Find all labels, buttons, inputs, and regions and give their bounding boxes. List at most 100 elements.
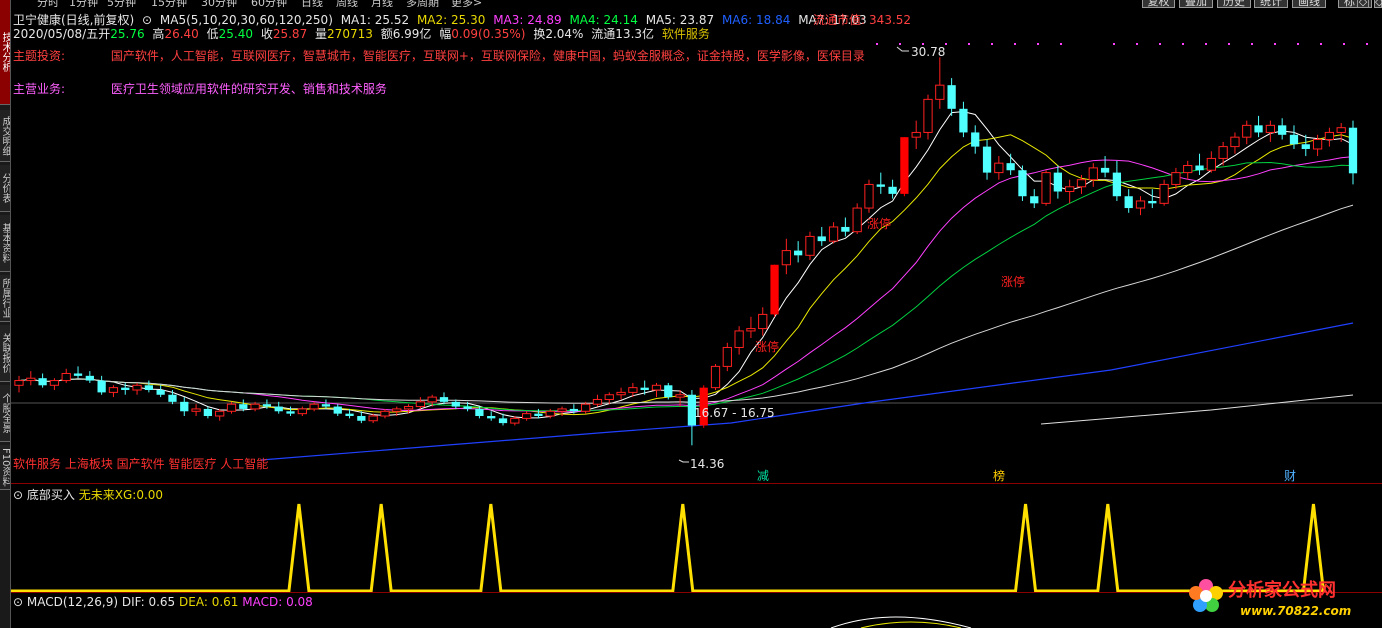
candle-body — [876, 184, 885, 187]
amt-value: 6.99亿 — [392, 27, 432, 41]
candle-body — [510, 417, 520, 424]
side-tab-6[interactable]: 个股全景 — [0, 385, 10, 442]
period-tab-9[interactable]: 多周期 — [406, 0, 439, 7]
business-label: 主营业务: — [13, 82, 66, 96]
candle — [14, 375, 24, 393]
candle — [1254, 115, 1263, 138]
event-marker-reduce: 减 — [757, 469, 769, 483]
candle-body — [1053, 172, 1062, 192]
side-tab-1[interactable]: 成交明细 — [0, 110, 10, 162]
candle — [1230, 132, 1240, 154]
candle-body — [38, 378, 47, 386]
candle-body — [817, 236, 826, 242]
marker-dot — [1113, 43, 1115, 45]
candle-body — [911, 131, 921, 138]
period-tab-2[interactable]: 5分钟 — [107, 0, 136, 7]
candle-body — [1135, 200, 1146, 209]
candle-body — [73, 373, 83, 376]
macd-chart[interactable] — [11, 608, 1382, 628]
toolbar-button-0[interactable]: 复权 — [1142, 0, 1175, 8]
side-tab-0[interactable]: 技术分析 — [0, 0, 10, 105]
candle — [828, 222, 839, 244]
candle-body — [628, 387, 638, 393]
candle — [1183, 160, 1193, 180]
candle — [770, 264, 779, 317]
candle-body — [250, 403, 260, 410]
candle — [333, 404, 342, 417]
candle-body — [475, 408, 484, 417]
toolbar-buttons: 复权 叠加 历史 统计 画线 标记 ◇ ◇ — [1142, 0, 1382, 8]
toolbar-button-1[interactable]: 叠加 — [1179, 0, 1213, 8]
bottom-buy-signal-chart[interactable] — [11, 500, 1382, 592]
candle-body — [734, 330, 744, 348]
candle-body — [781, 250, 791, 266]
candle-body — [85, 375, 94, 381]
side-tab-4[interactable]: 所属行业 — [0, 275, 10, 322]
toolbar-button-2[interactable]: 历史 — [1217, 0, 1251, 8]
candle — [852, 203, 862, 235]
macd-name[interactable]: MACD(12,26,9) — [27, 595, 118, 609]
marker-dot — [1366, 43, 1368, 45]
candle-body — [1218, 146, 1228, 159]
candle — [1206, 151, 1216, 173]
candle — [1041, 170, 1051, 206]
candle-body — [1100, 167, 1110, 173]
theme-label: 主题投资: — [13, 49, 66, 63]
toolbar-button-4[interactable]: 画线 — [1292, 0, 1326, 8]
side-tab-5[interactable]: 关联报价 — [0, 325, 10, 382]
side-tab-2[interactable]: 分价表 — [0, 165, 10, 212]
period-tab-10[interactable]: 更多> — [451, 0, 482, 7]
candlestick-chart[interactable]: 30.7814.3616.67 - 16.75涨停涨停涨停软件服务 上海板块 国… — [11, 40, 1382, 483]
candle-body — [1265, 124, 1275, 133]
marker-dot — [1297, 43, 1299, 45]
candle-body — [108, 387, 119, 393]
period-tab-0[interactable]: 分时 — [37, 0, 59, 7]
dea-value: DEA: 0.61 — [179, 595, 239, 609]
candle — [959, 101, 968, 138]
float-cap: 流通市值: 343.52 — [813, 11, 915, 28]
chg-label: 幅 — [439, 27, 452, 41]
period-tab-8[interactable]: 月线 — [371, 0, 393, 7]
candle-body — [1289, 134, 1299, 145]
ma6-value: MA6: 18.84 — [721, 13, 791, 27]
candle-body — [1148, 200, 1157, 204]
toolbar-button-3[interactable]: 统计 — [1254, 0, 1288, 8]
macd-settings-icon[interactable]: ⊙ — [13, 595, 23, 609]
candle-body — [274, 406, 283, 412]
candle — [876, 172, 885, 194]
float-cap-label: 流通市值: — [813, 13, 866, 27]
candle-body — [581, 403, 591, 412]
candle — [73, 366, 83, 379]
period-tab-4[interactable]: 30分钟 — [201, 0, 237, 7]
side-tab-3[interactable]: 基本资料 — [0, 215, 10, 272]
candle — [380, 408, 390, 419]
candle — [1112, 160, 1122, 201]
high-pointer — [896, 46, 909, 52]
period-tab-1[interactable]: 1分钟 — [69, 0, 98, 7]
candle — [274, 401, 283, 414]
industry[interactable]: 软件服务 — [662, 27, 710, 41]
toolbar-button-8[interactable]: ◇ — [1374, 0, 1382, 8]
candle-body — [1088, 167, 1098, 181]
side-tab-7[interactable]: F10资料 — [0, 445, 10, 490]
candle-body — [357, 416, 366, 421]
marker-dot — [1159, 43, 1161, 45]
candle-body — [1183, 165, 1193, 174]
marker-dot — [1251, 43, 1253, 45]
period-tab-6[interactable]: 日线 — [301, 0, 323, 7]
candle — [592, 394, 603, 407]
candle — [1218, 141, 1228, 166]
ma1-line — [18, 111, 1354, 419]
period-tab-3[interactable]: 15分钟 — [151, 0, 187, 7]
candle — [1053, 165, 1062, 199]
candle-body — [770, 264, 779, 315]
candle — [616, 387, 626, 400]
candle-body — [132, 384, 142, 391]
period-tab-7[interactable]: 周线 — [336, 0, 358, 7]
marker-dot — [1182, 43, 1184, 45]
watermark-logo: 分析家公式网 www.70822.com — [1184, 572, 1380, 628]
candle — [1278, 118, 1287, 140]
candle-body — [180, 401, 189, 412]
toolbar-button-7[interactable]: ◇ — [1357, 0, 1369, 8]
period-tab-5[interactable]: 60分钟 — [251, 0, 287, 7]
